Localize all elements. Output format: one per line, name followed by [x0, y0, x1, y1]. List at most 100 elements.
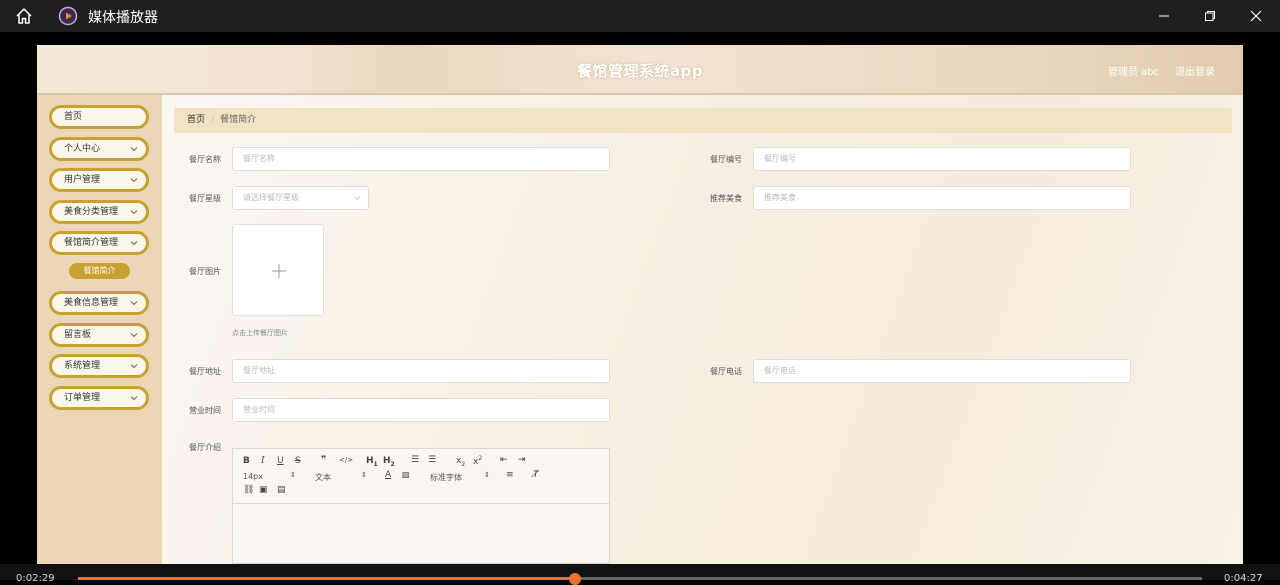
- video-icon[interactable]: ▤: [277, 485, 286, 495]
- chevron-down-icon: [130, 178, 138, 183]
- total-time: 0:04:27: [1224, 573, 1263, 584]
- sidebar-item-label: 首页: [64, 112, 83, 122]
- restaurant-intro-label: 餐厅介绍: [189, 443, 221, 452]
- bold-icon[interactable]: B: [243, 456, 250, 466]
- player-controls: 0:02:29 0:04:27: [0, 564, 1280, 585]
- clear-format-icon[interactable]: T̸: [533, 470, 539, 480]
- restaurant-image-label: 餐厅图片: [189, 267, 221, 276]
- sidebar-item-label: 餐馆简介管理: [64, 238, 119, 248]
- business-hours-label: 营业时间: [189, 406, 221, 415]
- business-hours-input[interactable]: 营业时间: [232, 398, 610, 422]
- sidebar-item-home[interactable]: 首页: [49, 105, 149, 129]
- align-icon[interactable]: ≡: [506, 470, 514, 480]
- heading1-icon[interactable]: H1: [366, 456, 378, 468]
- font-color-icon[interactable]: A: [385, 470, 391, 480]
- superscript-icon[interactable]: x2: [473, 455, 482, 467]
- elapsed-time: 0:02:29: [16, 573, 55, 584]
- sidebar-item-restaurant-intro[interactable]: 餐馆简介管理: [49, 231, 149, 255]
- sidebar-item-label: 系统管理: [64, 361, 101, 371]
- background-color-icon[interactable]: ▨: [402, 470, 410, 479]
- image-upload-box[interactable]: [232, 224, 324, 316]
- sidebar-item-label: 留言板: [64, 330, 92, 340]
- italic-icon[interactable]: I: [261, 456, 265, 466]
- sort-arrows-icon: ⇕: [361, 471, 367, 479]
- rich-text-editor[interactable]: B I U S ❞ </> H1 H2 ☰ ☰ x2 x2 ⇤ ⇥ 14px ⇕: [232, 448, 610, 564]
- chevron-down-icon: [130, 147, 138, 152]
- sidebar-item-label: 用户管理: [64, 175, 101, 185]
- sidebar-item-system[interactable]: 系统管理: [49, 354, 149, 378]
- restaurant-code-label: 餐厅编号: [710, 155, 742, 164]
- chevron-down-icon: [130, 333, 138, 338]
- sidebar-item-label: 订单管理: [64, 393, 101, 403]
- chevron-down-icon: [130, 241, 138, 246]
- sidebar-item-label: 个人中心: [64, 144, 101, 154]
- app-title: 餐馆管理系统app: [576, 62, 704, 80]
- sidebar-item-user-management[interactable]: 用户管理: [49, 168, 149, 192]
- sidebar-subitem-restaurant-intro[interactable]: 餐馆简介: [69, 263, 130, 279]
- home-icon[interactable]: [14, 6, 34, 26]
- window-title: 媒体播放器: [88, 10, 158, 26]
- sort-arrows-icon: ⇕: [290, 471, 296, 479]
- sidebar-item-food-category[interactable]: 美食分类管理: [49, 200, 149, 224]
- breadcrumb: 首页 / 餐馆简介: [174, 108, 1232, 133]
- breadcrumb-separator: /: [211, 115, 215, 125]
- restaurant-code-input[interactable]: 餐厅编号: [753, 147, 1131, 171]
- editor-toolbar: B I U S ❞ </> H1 H2 ☰ ☰ x2 x2 ⇤ ⇥ 14px ⇕: [233, 449, 609, 504]
- close-button[interactable]: [1233, 0, 1279, 32]
- chevron-down-icon: [130, 301, 138, 306]
- breadcrumb-current: 餐馆简介: [220, 115, 257, 125]
- current-user: 管理员 abc: [1108, 67, 1160, 78]
- sidebar-item-food-info[interactable]: 美食信息管理: [49, 291, 149, 315]
- web-page: 餐馆管理系统app 管理员 abc 退出登录 首页 个人中心 用户管理 美食分类…: [37, 45, 1243, 564]
- subscript-icon[interactable]: x2: [456, 456, 465, 468]
- seek-thumb[interactable]: [568, 573, 581, 585]
- sidebar: 首页 个人中心 用户管理 美食分类管理 餐馆简介管理 餐馆简介 美食信息管理 留…: [37, 95, 162, 564]
- image-icon[interactable]: ▣: [259, 485, 268, 495]
- text-format-select[interactable]: 文本: [315, 472, 331, 483]
- window-titlebar: 媒体播放器: [0, 0, 1280, 32]
- ordered-list-icon[interactable]: ☰: [411, 455, 419, 465]
- restaurant-star-select[interactable]: 请选择餐厅星级: [232, 186, 369, 210]
- chevron-down-icon: [354, 196, 360, 200]
- indent-icon[interactable]: ⇥: [518, 455, 526, 465]
- main-content: 首页 / 餐馆简介 餐厅名称 餐厅名称 餐厅编号 餐厅编号 餐厅星级 请选择餐厅星级…: [162, 95, 1243, 564]
- restaurant-name-input[interactable]: 餐厅名称: [232, 147, 610, 171]
- restaurant-name-label: 餐厅名称: [189, 155, 221, 164]
- heading2-icon[interactable]: H2: [383, 456, 395, 468]
- strikethrough-icon[interactable]: S: [295, 456, 301, 466]
- restaurant-address-label: 餐厅地址: [189, 367, 221, 376]
- logout-link[interactable]: 退出登录: [1175, 63, 1215, 78]
- restaurant-address-input[interactable]: 餐厅地址: [232, 359, 610, 383]
- chevron-down-icon: [130, 364, 138, 369]
- font-family-select[interactable]: 标准字体: [430, 472, 462, 483]
- recommended-food-label: 推荐美食: [710, 194, 742, 203]
- restaurant-phone-input[interactable]: 餐厅电话: [753, 359, 1131, 383]
- media-player-icon: [58, 6, 78, 26]
- chevron-down-icon: [130, 396, 138, 401]
- restore-button[interactable]: [1187, 0, 1233, 32]
- restaurant-star-label: 餐厅星级: [189, 194, 221, 203]
- restaurant-phone-label: 餐厅电话: [710, 367, 742, 376]
- bullet-list-icon[interactable]: ☰: [428, 455, 436, 465]
- upload-hint: 点击上传餐厅图片: [232, 329, 288, 337]
- outdent-icon[interactable]: ⇤: [500, 455, 508, 465]
- sidebar-item-label: 美食信息管理: [64, 298, 119, 308]
- plus-icon: [272, 264, 286, 278]
- link-icon[interactable]: ⛓: [243, 485, 254, 495]
- minimize-button[interactable]: [1141, 0, 1187, 32]
- breadcrumb-home[interactable]: 首页: [187, 115, 205, 125]
- sidebar-item-label: 美食分类管理: [64, 207, 119, 217]
- chevron-down-icon: [130, 210, 138, 215]
- font-size-select[interactable]: 14px: [243, 472, 263, 481]
- video-frame: 餐馆管理系统app 管理员 abc 退出登录 首页 个人中心 用户管理 美食分类…: [0, 32, 1280, 564]
- underline-icon[interactable]: U: [277, 456, 284, 466]
- sort-arrows-icon: ⇕: [484, 471, 490, 479]
- recommended-food-input[interactable]: 推荐美食: [753, 186, 1131, 210]
- quote-icon[interactable]: ❞: [321, 455, 326, 465]
- restaurant-star-placeholder: 请选择餐厅星级: [243, 193, 299, 202]
- sidebar-item-orders[interactable]: 订单管理: [49, 386, 149, 410]
- app-header: 餐馆管理系统app 管理员 abc 退出登录: [37, 45, 1243, 95]
- sidebar-item-message-board[interactable]: 留言板: [49, 323, 149, 347]
- code-icon[interactable]: </>: [339, 456, 353, 464]
- sidebar-item-personal-center[interactable]: 个人中心: [49, 137, 149, 161]
